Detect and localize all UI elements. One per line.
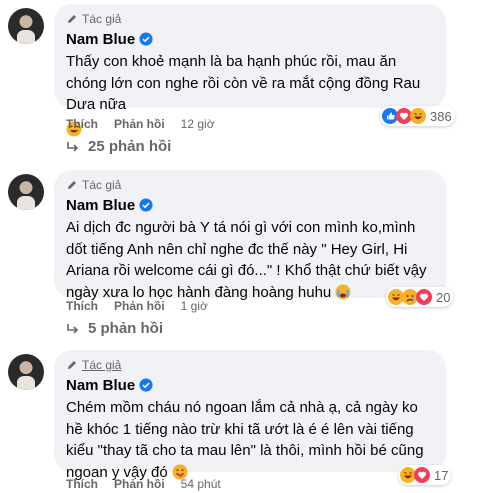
comment-bubble: Tác giả Nam Blue Ai dịch đc người bà Y t… [54, 170, 446, 301]
avatar[interactable] [8, 354, 44, 390]
replies-label: 5 phản hồi [88, 320, 163, 337]
timestamp[interactable]: 12 giờ [181, 117, 215, 131]
timestamp[interactable]: 54 phút [181, 477, 221, 491]
like-button[interactable]: Thích [66, 477, 98, 491]
timestamp[interactable]: 1 giờ [181, 299, 208, 313]
like-button[interactable]: Thích [66, 117, 98, 131]
comment-text: Chém mồm cháu nó ngoan lắm cả nhà ạ, cả … [66, 399, 424, 481]
like-button[interactable]: Thích [66, 299, 98, 313]
comment-text: Thấy con khoẻ mạnh là ba hạnh phúc rồi, … [66, 53, 421, 113]
verified-badge-icon [139, 198, 153, 212]
view-replies-button[interactable]: 5 phản hồi [66, 320, 163, 337]
author-badge: Tác giả [66, 178, 434, 192]
reaction-summary[interactable]: 386 [380, 106, 455, 126]
love-reaction-icon [416, 289, 432, 305]
reply-button[interactable]: Phản hồi [114, 299, 165, 313]
pen-icon [68, 361, 76, 369]
reply-button[interactable]: Phản hồi [114, 117, 165, 131]
thread-connector [25, 122, 57, 152]
author-badge-label: Tác giả [82, 358, 122, 372]
reply-arrow-icon [67, 141, 79, 152]
pen-icon [68, 15, 76, 23]
view-replies-button[interactable]: 25 phản hồi [66, 138, 171, 155]
reaction-count: 386 [430, 108, 452, 124]
comment-actions: Thích Phản hồi 12 giờ [66, 117, 215, 131]
verified-badge-icon [139, 378, 153, 392]
comment-actions: Thích Phản hồi 1 giờ [66, 299, 208, 313]
author-name[interactable]: Nam Blue [66, 31, 135, 48]
author-badge: Tác giả [66, 12, 434, 26]
author-name[interactable]: Nam Blue [66, 377, 135, 394]
author-badge: Tác giả [66, 358, 434, 372]
replies-label: 25 phản hồi [88, 138, 172, 155]
haha-reaction-icon [410, 108, 426, 124]
avatar[interactable] [8, 8, 44, 44]
reply-button[interactable]: Phản hồi [114, 477, 165, 491]
comment-text: Ai dịch đc người bà Y tá nói gì với con … [66, 219, 427, 301]
comment-actions: Thích Phản hồi 54 phút [66, 477, 221, 491]
verified-badge-icon [139, 32, 153, 46]
author-badge-label: Tác giả [82, 12, 122, 26]
comment-bubble: Tác giả Nam Blue Chém mồm cháu nó ngoan … [54, 350, 446, 481]
comment-bubble: Tác giả Nam Blue Thấy con khoẻ mạnh là b… [54, 4, 446, 136]
avatar[interactable] [8, 174, 44, 210]
pen-icon [68, 181, 76, 189]
reaction-summary[interactable]: 20 [386, 287, 454, 307]
reaction-count: 20 [436, 289, 451, 305]
reply-arrow-icon [67, 323, 79, 334]
author-name[interactable]: Nam Blue [66, 197, 135, 214]
love-reaction-icon [414, 467, 430, 483]
reaction-count: 17 [434, 467, 449, 483]
crying-emoji-icon [335, 284, 351, 299]
reaction-summary[interactable]: 17 [398, 465, 452, 485]
author-badge-label: Tác giả [82, 178, 122, 192]
